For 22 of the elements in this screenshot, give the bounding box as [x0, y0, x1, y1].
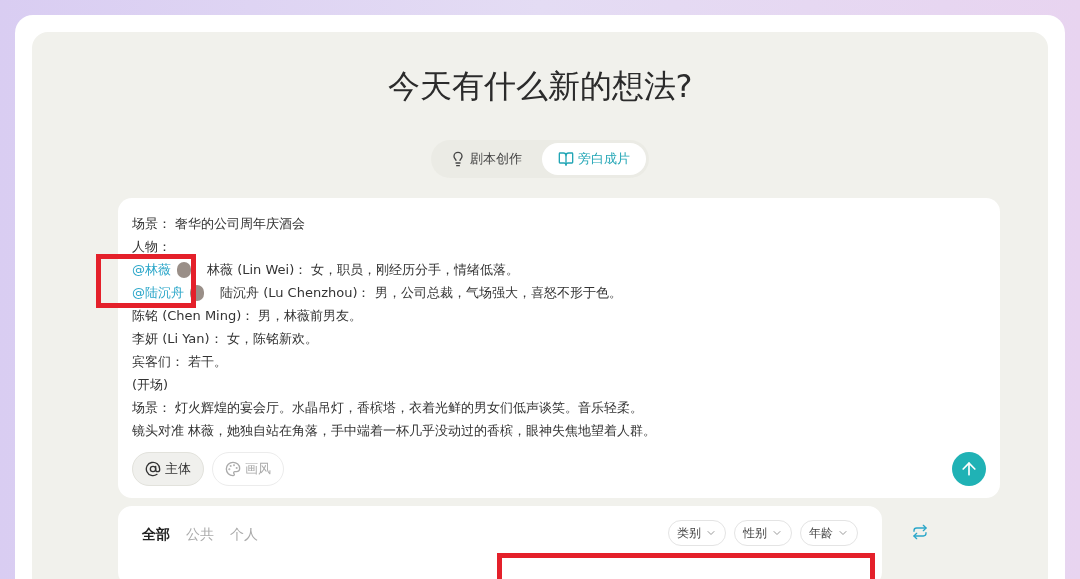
script-line: 镜头对准 林薇，她独自站在角落，手中端着一杯几乎没动过的香槟，眼神失焦地望着人群。 [132, 422, 658, 440]
repeat-icon [912, 524, 928, 540]
lightbulb-icon [450, 151, 466, 167]
chip-button[interactable]: 主体 [132, 452, 204, 486]
library-tab[interactable]: 全部 [142, 524, 170, 545]
refresh-button[interactable] [912, 524, 928, 540]
script-line: 陈铭 (Chen Ming)： 男，林薇前男友。 [132, 307, 364, 325]
page-title: 今天有什么新的想法? [387, 66, 693, 107]
palette-icon [225, 461, 241, 477]
script-line: (开场) [132, 376, 170, 394]
script-line: 宾客们： 若干。 [132, 353, 229, 371]
script-line: 场景： 灯火辉煌的宴会厅。水晶吊灯，香槟塔，衣着光鲜的男女们低声谈笑。音乐轻柔。 [132, 399, 645, 417]
script-line: 林薇 (Lin Wei)： 女，职员，刚经历分手，情绪低落。 [207, 261, 520, 279]
avatar-icon [177, 261, 191, 278]
script-line: 李妍 (Li Yan)： 女，陈铭新欢。 [132, 330, 319, 348]
script-line: 人物： [132, 238, 172, 256]
send-button[interactable] [952, 452, 986, 486]
book-icon [558, 151, 574, 167]
at-sign-icon [145, 461, 161, 477]
script-line: 场景： 奢华的公司周年庆酒会 [132, 215, 307, 233]
script-line: 陆沉舟 (Lu Chenzhou)： 男，公司总裁，气场强大，喜怒不形于色。 [220, 284, 622, 302]
mode-tab[interactable]: 剧本创作 [434, 143, 538, 175]
